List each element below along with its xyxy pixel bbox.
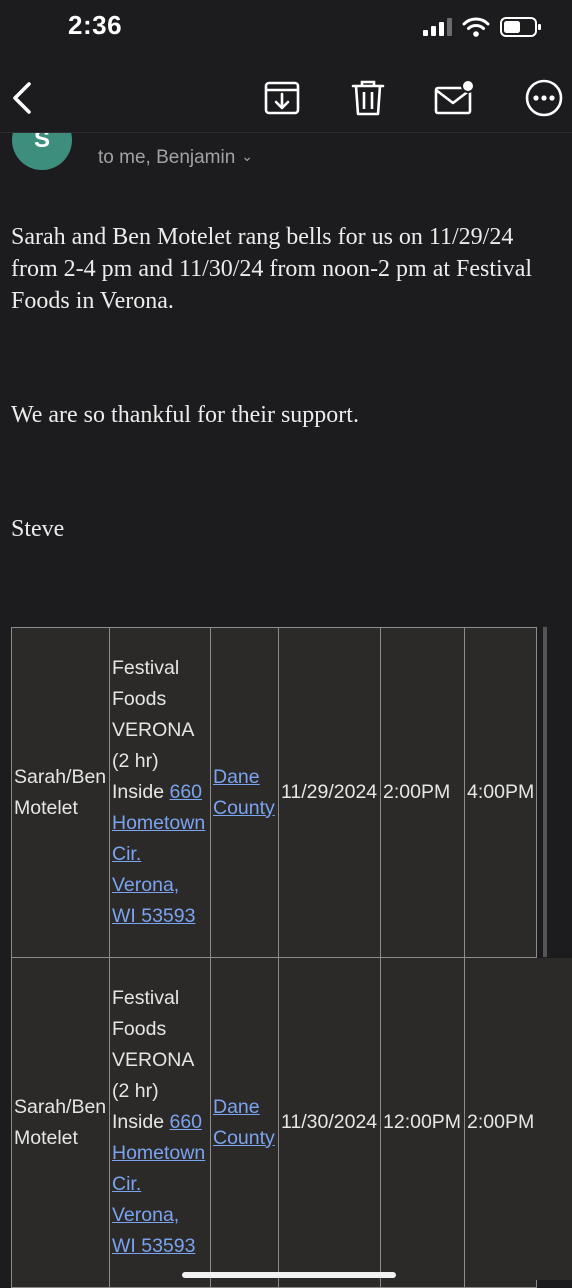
back-button[interactable] — [0, 76, 44, 120]
county-cell: Dane County — [210, 957, 279, 1288]
mark-unread-button[interactable] — [432, 76, 476, 120]
trash-button[interactable] — [346, 76, 390, 120]
message-paragraph: Sarah and Ben Motelet rang bells for us … — [11, 224, 533, 314]
recipients-text: to me, Benjamin — [98, 147, 236, 168]
message-paragraph: We are so thankful for their support. — [11, 402, 359, 428]
end-time-cell: 2:00PM — [463, 957, 538, 1288]
unread-mail-icon — [434, 79, 475, 115]
date-cell: 11/29/2024 — [278, 627, 381, 958]
name-cell: Sarah/Ben Motelet — [11, 957, 110, 1288]
message-signature: Steve — [11, 516, 65, 542]
volunteer-table: Sarah/Ben Motelet Festival Foods VERONA … — [11, 627, 538, 1288]
location-cell: Festival Foods VERONA (2 hr) Inside 660 … — [109, 627, 211, 958]
status-icons — [422, 16, 542, 38]
table-overflow-area — [535, 958, 572, 1280]
cellular-signal-icon — [423, 18, 452, 36]
county-link[interactable]: Dane County — [213, 766, 275, 819]
status-time: 2:36 — [68, 10, 123, 40]
back-icon — [13, 82, 31, 114]
end-time-cell: 4:00PM — [463, 627, 538, 958]
trash-icon — [351, 80, 385, 116]
archive-icon — [264, 81, 300, 115]
date-cell: 11/30/2024 — [278, 957, 381, 1288]
start-time-cell: 12:00PM — [380, 957, 465, 1288]
home-indicator[interactable] — [182, 1272, 396, 1278]
status-bar: 2:36 — [0, 0, 572, 56]
location-cell: Festival Foods VERONA (2 hr) Inside 660 … — [109, 957, 211, 1288]
start-time-cell: 2:00PM — [380, 627, 465, 958]
battery-icon — [500, 17, 541, 37]
recipients-line[interactable]: to me, Benjamin ⌄ — [98, 147, 253, 169]
table-scrollbar[interactable] — [543, 627, 547, 957]
more-button[interactable] — [522, 76, 566, 120]
wifi-icon — [462, 17, 490, 37]
chevron-down-icon: ⌄ — [241, 148, 254, 164]
message-toolbar — [0, 64, 572, 133]
name-cell: Sarah/Ben Motelet — [11, 627, 110, 958]
table-row: Sarah/Ben Motelet Festival Foods VERONA … — [11, 957, 538, 1288]
more-icon — [525, 79, 563, 117]
county-cell: Dane County — [210, 627, 279, 958]
county-link[interactable]: Dane County — [213, 1096, 275, 1149]
archive-button[interactable] — [260, 76, 304, 120]
table-row: Sarah/Ben Motelet Festival Foods VERONA … — [11, 627, 538, 958]
